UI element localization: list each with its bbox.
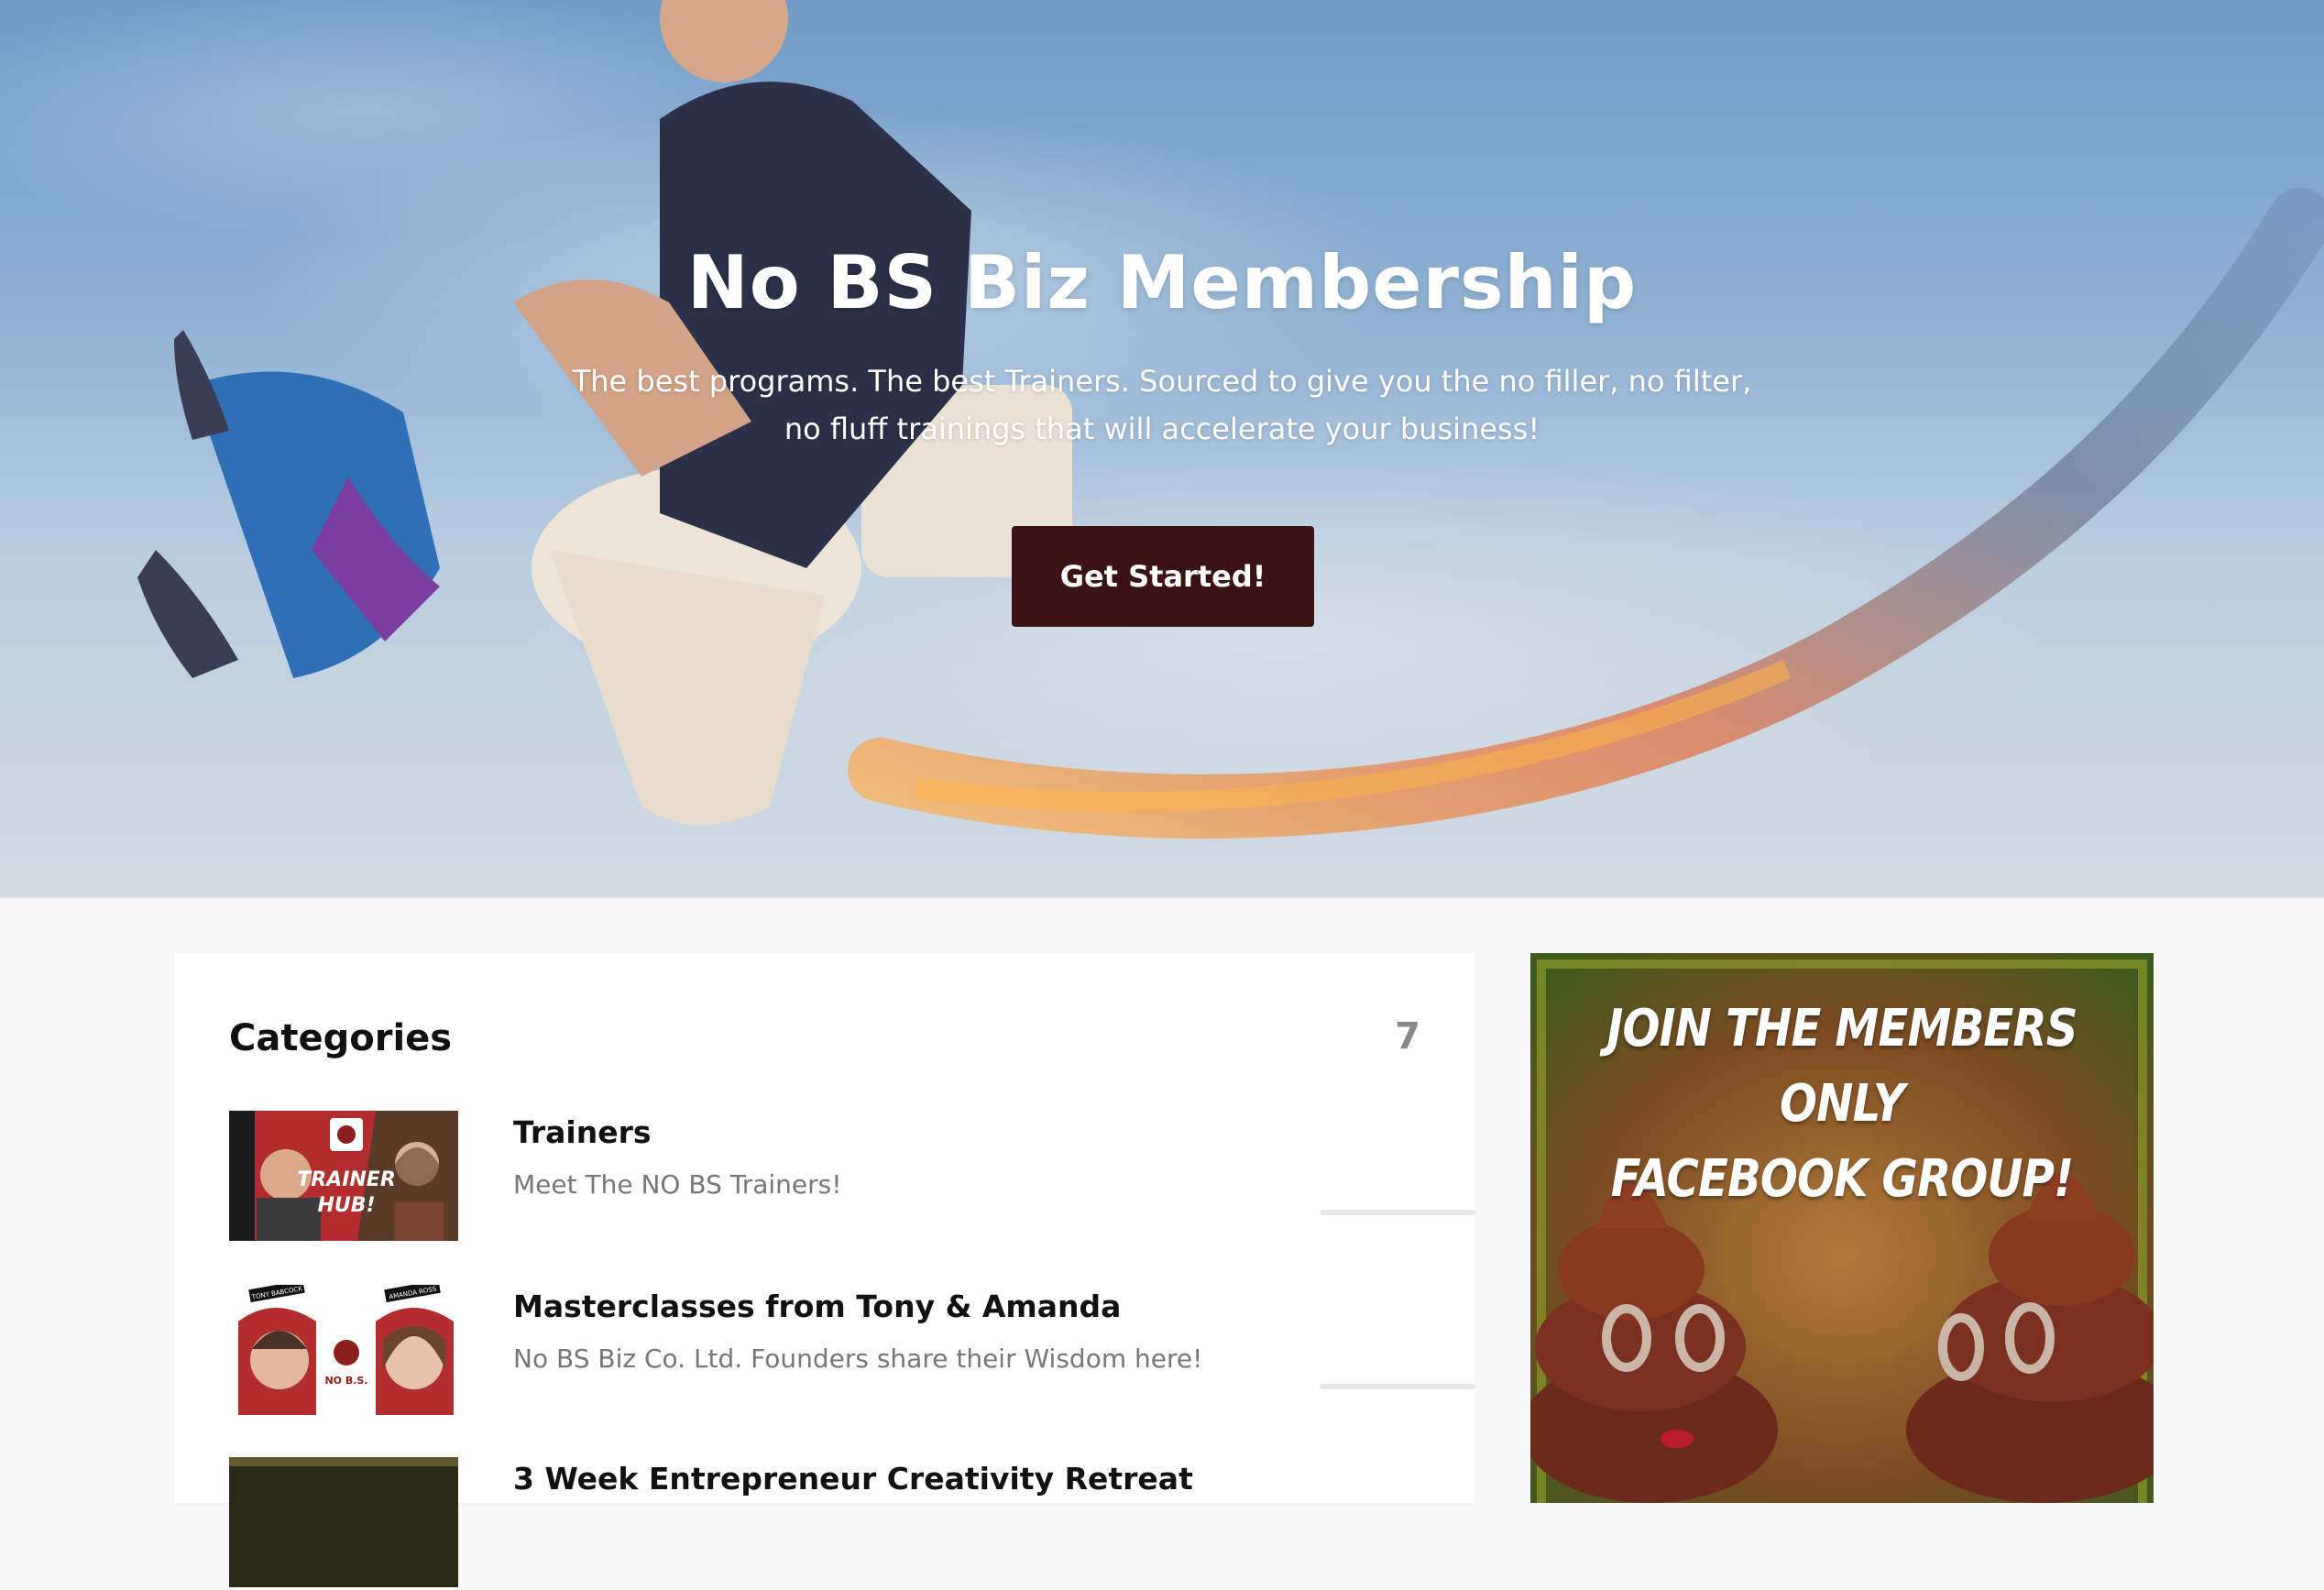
trainers-thumb-text-1: TRAINER bbox=[297, 1168, 396, 1191]
promo-text: JOIN THE MEMBERS ONLY FACEBOOK GROUP! bbox=[1606, 999, 2077, 1209]
category-item-trainers[interactable]: TRAINER HUB! Trainers Meet The NO BS Tra… bbox=[229, 1111, 1475, 1244]
categories-card: Categories 7 TRAINER HUB! Trainers Meet … bbox=[174, 953, 1475, 1587]
get-started-button[interactable]: Get Started! bbox=[1012, 526, 1314, 627]
hero-banner: No BS Biz Membership The best programs. … bbox=[0, 0, 2324, 898]
category-name: 3 Week Entrepreneur Creativity Retreat bbox=[513, 1461, 1193, 1497]
category-progress-bar bbox=[1320, 1210, 1475, 1215]
category-name: Trainers bbox=[513, 1114, 652, 1150]
category-progress-bar bbox=[1320, 1384, 1475, 1389]
creativity-retreat-thumbnail bbox=[229, 1457, 458, 1587]
category-description: No BS Biz Co. Ltd. Founders share their … bbox=[513, 1343, 1203, 1374]
trainers-thumbnail: TRAINER HUB! bbox=[229, 1111, 458, 1241]
category-item-masterclasses[interactable]: NO B.S. TONY BABCOCK AMANDA ROSS Masterc… bbox=[229, 1285, 1475, 1418]
facebook-group-promo[interactable]: JOIN THE MEMBERS ONLY FACEBOOK GROUP! bbox=[1530, 953, 2154, 1503]
hero-title: No BS Biz Membership bbox=[686, 240, 1638, 325]
categories-count: 7 bbox=[1395, 1015, 1420, 1058]
trainers-thumb-text-2: HUB! bbox=[317, 1194, 375, 1217]
category-description: Meet The NO BS Trainers! bbox=[513, 1169, 842, 1200]
categories-title: Categories bbox=[229, 1017, 453, 1059]
category-item-creativity-retreat[interactable]: 3 Week Entrepreneur Creativity Retreat bbox=[229, 1457, 1420, 1590]
category-name: Masterclasses from Tony & Amanda bbox=[513, 1288, 1122, 1324]
hero-subtitle: The best programs. The best Trainers. So… bbox=[572, 364, 1752, 446]
hero-content: No BS Biz Membership The best programs. … bbox=[0, 0, 2324, 898]
svg-text:NO B.S.: NO B.S. bbox=[324, 1375, 367, 1387]
masterclasses-thumbnail: NO B.S. TONY BABCOCK AMANDA ROSS bbox=[229, 1285, 458, 1415]
